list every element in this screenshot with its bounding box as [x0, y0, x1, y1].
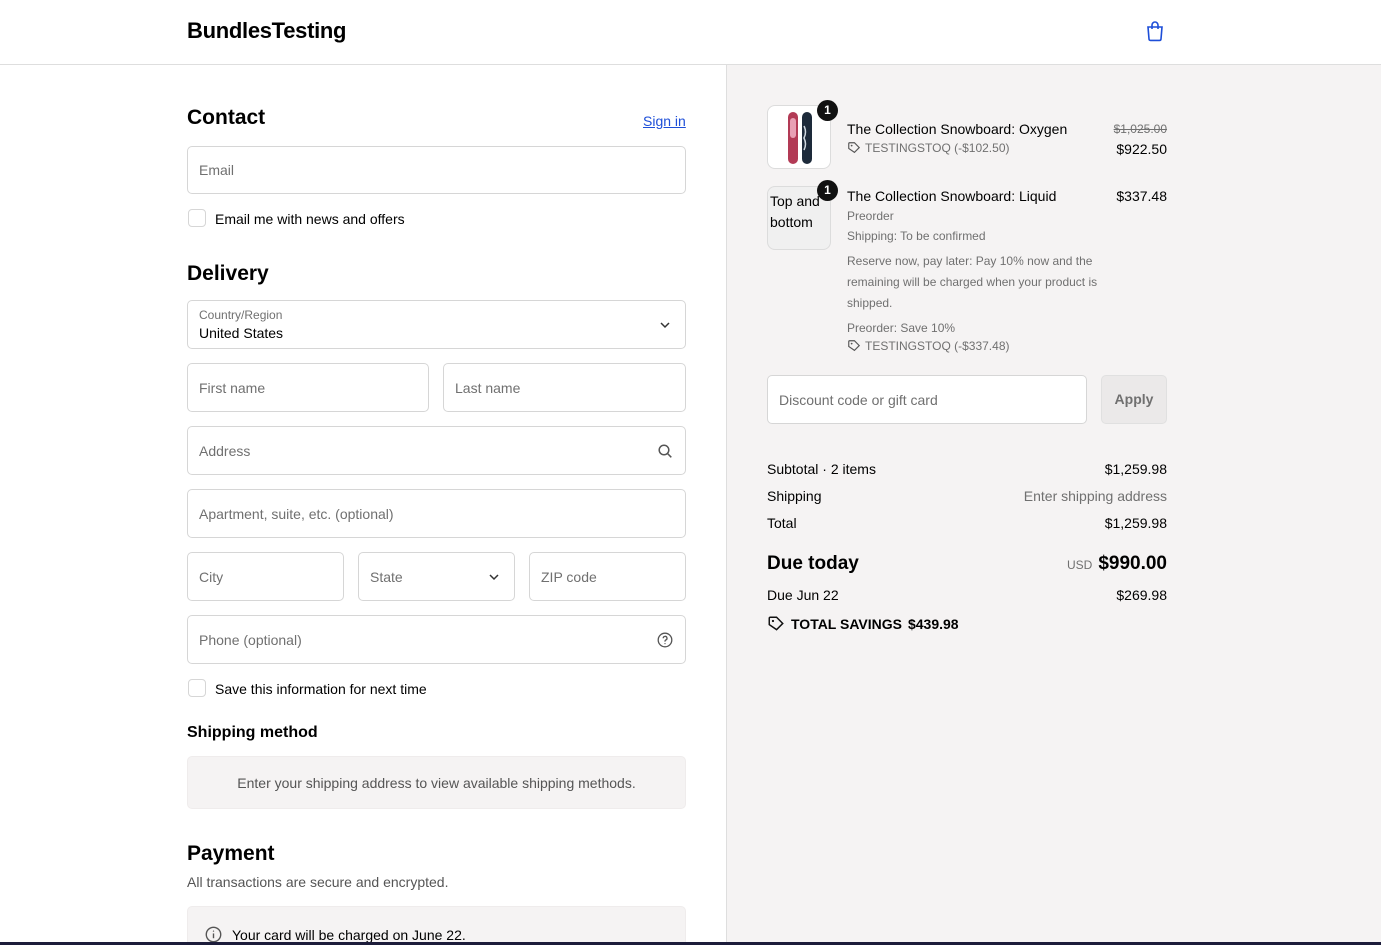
save-info-label: Save this information for next time [215, 681, 427, 697]
site-header: BundlesTesting [0, 0, 1381, 65]
city-placeholder: City [199, 568, 224, 585]
discount-tag-liquid: TESTINGSTOQ (-$337.48) [847, 339, 1010, 353]
first-name-placeholder: First name [199, 379, 266, 396]
zip-placeholder: ZIP code [541, 568, 597, 585]
shipping-method-notice: Enter your shipping address to view avai… [187, 756, 686, 809]
broken-image-alt: Top and bottom [770, 193, 820, 230]
savings-label: TOTAL SAVINGS [791, 616, 902, 632]
contact-heading: Contact [187, 106, 266, 129]
due-later-row: Due Jun 22 $269.98 [767, 587, 1167, 603]
country-value: United States [199, 325, 284, 341]
tag-icon [848, 340, 861, 352]
payment-subtitle: All transactions are secure and encrypte… [187, 874, 449, 890]
email-field[interactable]: Email [187, 146, 686, 194]
address-placeholder: Address [199, 442, 251, 459]
reserve-note-line: Reserve now, pay later: Pay 10% now and … [847, 254, 1093, 268]
phone-field[interactable]: Phone (optional) [187, 615, 686, 664]
quantity-badge: 1 [817, 100, 838, 121]
product-name-liquid: The Collection Snowboard: Liquid [847, 188, 1057, 204]
help-icon[interactable] [657, 632, 673, 648]
shipping-note: Shipping: To be confirmed [847, 229, 986, 243]
charge-notice-text: Your card will be charged on June 22. [232, 927, 466, 943]
news-checkbox[interactable] [188, 209, 206, 227]
store-logo[interactable]: BundlesTesting [187, 18, 346, 44]
tag-icon [768, 616, 784, 631]
discount-code-input[interactable]: Discount code or gift card [767, 375, 1087, 424]
shipping-method-heading: Shipping method [187, 724, 318, 741]
apartment-field[interactable]: Apartment, suite, etc. (optional) [187, 489, 686, 538]
due-today-row: Due today USD $990.00 [767, 553, 1167, 575]
due-today-label: Due today [767, 553, 859, 574]
email-placeholder: Email [199, 162, 235, 178]
phone-placeholder: Phone (optional) [199, 631, 302, 648]
discount-code: TESTINGSTOQ (-$337.48) [865, 339, 1010, 353]
savings-value: $439.98 [907, 616, 959, 632]
due-today-value: $990.00 [1098, 553, 1167, 574]
apply-discount-button[interactable]: Apply [1101, 375, 1167, 424]
payment-heading: Payment [187, 842, 275, 865]
preorder-label: Preorder [847, 209, 894, 223]
address-field[interactable]: Address [187, 426, 686, 475]
discount-tag-oxygen: TESTINGSTOQ (-$102.50) [847, 141, 1010, 155]
currency-code: USD [1066, 558, 1093, 572]
search-icon [658, 443, 672, 458]
save-info-checkbox[interactable] [188, 679, 206, 697]
state-select[interactable]: State [358, 552, 515, 601]
country-select[interactable]: Country/Region United States [187, 300, 686, 349]
preorder-save-note: Preorder: Save 10% [847, 321, 956, 335]
total-savings: TOTAL SAVINGS $439.98 [767, 615, 959, 633]
state-placeholder: State [370, 568, 403, 585]
reserve-note-line: shipped. [847, 296, 893, 310]
subtotal-row: Subtotal · 2 items $1,259.98 [767, 461, 1167, 477]
discount-code: TESTINGSTOQ (-$102.50) [865, 141, 1010, 155]
first-name-field[interactable]: First name [187, 363, 429, 412]
delivery-heading: Delivery [187, 262, 269, 285]
discount-placeholder: Discount code or gift card [779, 391, 938, 408]
city-field[interactable]: City [187, 552, 344, 601]
news-checkbox-label: Email me with news and offers [215, 211, 405, 227]
shipping-row: Shipping Enter shipping address [767, 488, 1167, 504]
subtotal-label: Subtotal · 2 items [767, 461, 876, 477]
shipping-value: Enter shipping address [1023, 488, 1167, 504]
item-price: $922.50 [1116, 141, 1167, 157]
due-later-label: Due Jun 22 [767, 587, 839, 603]
subtotal-value: $1,259.98 [1104, 461, 1167, 477]
zip-field[interactable]: ZIP code [529, 552, 686, 601]
shipping-label: Shipping [767, 488, 822, 504]
charge-notice: Your card will be charged on June 22. [187, 906, 686, 945]
quantity-badge: 1 [817, 180, 838, 201]
chevron-down-icon [489, 573, 499, 580]
apartment-placeholder: Apartment, suite, etc. (optional) [199, 505, 394, 522]
total-row: Total $1,259.98 [767, 515, 1167, 531]
chevron-down-icon [660, 321, 670, 328]
country-label: Country/Region [199, 308, 283, 322]
last-name-placeholder: Last name [455, 379, 521, 396]
total-label: Total [767, 515, 797, 531]
shopping-bag-icon[interactable] [1143, 19, 1167, 43]
due-later-value: $269.98 [1116, 587, 1167, 603]
reserve-note-line: remaining will be charged when your prod… [847, 275, 1098, 289]
last-name-field[interactable]: Last name [443, 363, 686, 412]
total-value: $1,259.98 [1104, 515, 1167, 531]
shipping-method-notice-text: Enter your shipping address to view avai… [237, 774, 636, 791]
product-name-oxygen: The Collection Snowboard: Oxygen [847, 121, 1068, 137]
sign-in-link[interactable]: Sign in [643, 113, 686, 129]
info-icon [205, 926, 222, 943]
original-price: $1,025.00 [1113, 122, 1167, 136]
item-price: $337.48 [1116, 188, 1167, 204]
tag-icon [848, 142, 861, 154]
